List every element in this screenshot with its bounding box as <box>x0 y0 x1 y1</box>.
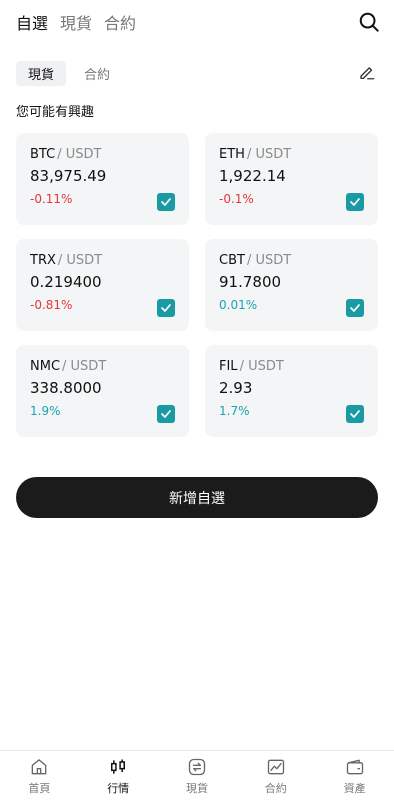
sub-tabs: 現貨 合約 <box>16 61 122 86</box>
contract-chart-icon <box>267 759 284 775</box>
nav-item-futures[interactable]: 合約 <box>236 751 315 800</box>
nav-item-market[interactable]: 行情 <box>79 751 158 800</box>
nav-label: 行情 <box>107 782 130 795</box>
suggestion-card[interactable]: ETH / USDT 1,922.14 -0.1% <box>205 133 378 225</box>
nav-item-home[interactable]: 首頁 <box>0 751 79 800</box>
pair-quote: / USDT <box>57 147 102 162</box>
candlestick-icon <box>111 759 126 774</box>
checkbox[interactable] <box>346 299 364 317</box>
price: 1,922.14 <box>219 167 286 185</box>
pair-base: TRX <box>30 253 56 268</box>
pair-quote: / USDT <box>62 359 107 374</box>
change-percent: 1.7% <box>219 404 250 418</box>
bottom-nav: 首頁 行情 現貨 合約 資產 <box>0 750 394 800</box>
check-icon <box>350 410 360 418</box>
check-icon <box>161 410 171 418</box>
nav-item-assets[interactable]: 資產 <box>315 751 394 800</box>
wallet-icon <box>346 759 363 775</box>
pair-quote: / USDT <box>246 253 292 268</box>
section-title: 您可能有興趣 <box>16 105 95 120</box>
change-percent: -0.1% <box>219 192 254 206</box>
pair-label: FIL / USDT <box>219 359 364 374</box>
nav-label: 合約 <box>264 782 287 795</box>
checkbox[interactable] <box>157 299 175 317</box>
pair-quote: / USDT <box>239 359 284 374</box>
pair-quote: / USDT <box>57 253 103 268</box>
nav-label: 首頁 <box>28 782 51 795</box>
pair-base: FIL <box>219 359 238 374</box>
exchange-icon <box>188 758 206 776</box>
pair-label: CBT / USDT <box>219 253 364 268</box>
pair-base: CBT <box>219 253 245 268</box>
change-percent: 1.9% <box>30 404 61 418</box>
pair-label: ETH / USDT <box>219 147 364 162</box>
suggestion-card[interactable]: NMC / USDT 338.8000 1.9% <box>16 345 189 437</box>
price: 2.93 <box>219 379 253 397</box>
checkbox[interactable] <box>346 405 364 423</box>
checkbox[interactable] <box>157 193 175 211</box>
change-percent: -0.11% <box>30 192 73 206</box>
check-icon <box>161 304 171 312</box>
check-icon <box>350 304 360 312</box>
search-icon[interactable] <box>358 11 380 33</box>
add-watchlist-button[interactable]: 新增自選 <box>16 477 378 518</box>
pair-quote: / USDT <box>246 147 292 162</box>
nav-label: 資產 <box>343 782 366 795</box>
subtab-spot[interactable]: 現貨 <box>16 61 67 86</box>
tab-futures[interactable]: 合約 <box>104 10 136 34</box>
pair-base: NMC <box>30 359 61 374</box>
price: 338.8000 <box>30 379 102 397</box>
top-tabs: 自選 現貨 合約 <box>16 10 136 34</box>
checkbox[interactable] <box>346 193 364 211</box>
pair-label: NMC / USDT <box>30 359 175 374</box>
check-icon <box>350 198 360 206</box>
subtab-futures[interactable]: 合約 <box>72 61 122 86</box>
tab-spot[interactable]: 現貨 <box>60 10 92 34</box>
price: 0.219400 <box>30 273 102 291</box>
change-percent: 0.01% <box>219 298 258 312</box>
check-icon <box>161 198 171 206</box>
home-icon <box>32 759 47 775</box>
pair-base: ETH <box>219 147 245 162</box>
pair-base: BTC <box>30 147 56 162</box>
price: 91.7800 <box>219 273 282 291</box>
suggestion-card[interactable]: FIL / USDT 2.93 1.7% <box>205 345 378 437</box>
nav-label: 現貨 <box>185 782 208 795</box>
pair-label: BTC / USDT <box>30 147 175 162</box>
pair-label: TRX / USDT <box>30 253 175 268</box>
nav-item-spot[interactable]: 現貨 <box>158 751 237 800</box>
suggestion-grid: BTC / USDT 83,975.49 -0.11% ETH / USDT 1,9… <box>16 133 378 437</box>
suggestion-card[interactable]: CBT / USDT 91.7800 0.01% <box>205 239 378 331</box>
checkbox[interactable] <box>157 405 175 423</box>
suggestion-card[interactable]: TRX / USDT 0.219400 -0.81% <box>16 239 189 331</box>
edit-icon[interactable] <box>358 63 376 81</box>
price: 83,975.49 <box>30 167 107 185</box>
change-percent: -0.81% <box>30 298 73 312</box>
suggestion-card[interactable]: BTC / USDT 83,975.49 -0.11% <box>16 133 189 225</box>
tab-watchlist[interactable]: 自選 <box>16 10 48 34</box>
